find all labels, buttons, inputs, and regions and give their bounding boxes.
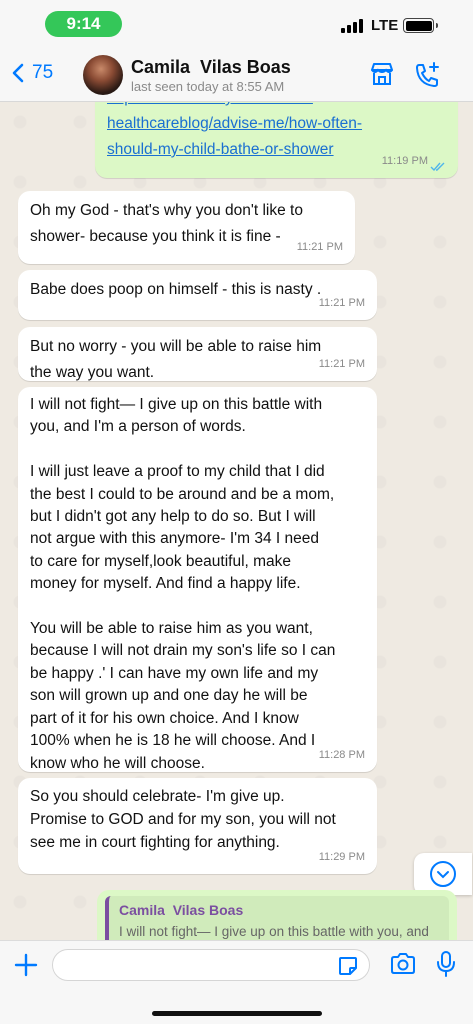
status-time: 9:14	[45, 11, 122, 37]
chevron-down-icon	[430, 861, 456, 887]
message-time: 11:29 PM	[318, 851, 365, 863]
message-input[interactable]	[52, 949, 370, 981]
message-time: 11:21 PM	[318, 297, 365, 309]
message-text: So you should celebrate- I'm give up. Pr…	[30, 788, 336, 851]
message-time: 11:19 PM	[381, 155, 428, 167]
message-bubble-incoming[interactable]: But no worry - you will be able to raise…	[18, 327, 377, 381]
chat-area[interactable]: https://www.bunnyhealth.com/ healthcareb…	[0, 102, 473, 940]
chevron-left-icon	[12, 63, 24, 83]
contact-name[interactable]: Camila Vilas Boas	[131, 57, 291, 78]
avatar[interactable]	[83, 55, 123, 95]
camera-icon[interactable]	[389, 952, 417, 981]
read-receipt-icon	[430, 162, 445, 172]
unread-count: 75	[32, 62, 54, 83]
message-time: 11:28 PM	[318, 749, 365, 761]
storefront-icon[interactable]	[369, 61, 395, 92]
network-label: LTE	[371, 17, 399, 34]
signal-icon	[341, 19, 363, 33]
message-text: I will not fight— I give up on this batt…	[30, 396, 336, 772]
microphone-icon[interactable]	[436, 950, 456, 983]
message-bubble-incoming[interactable]: Babe does poop on himself - this is nast…	[18, 270, 377, 320]
chat-header: 75 Camila Vilas Boas last seen today at …	[0, 48, 473, 102]
input-bar	[0, 940, 473, 1024]
message-time: 11:21 PM	[296, 241, 343, 253]
battery-icon	[403, 18, 438, 33]
message-bubble-outgoing[interactable]: https://www.bunnyhealth.com/ healthcareb…	[95, 102, 458, 178]
plus-icon[interactable]	[13, 952, 39, 983]
message-bubble-incoming[interactable]: I will not fight— I give up on this batt…	[18, 387, 377, 772]
quoted-text: I will not fight— I give up on this batt…	[119, 924, 429, 939]
home-indicator	[152, 1011, 322, 1016]
last-seen: last seen today at 8:55 AM	[131, 79, 285, 94]
phone-add-icon[interactable]	[413, 61, 441, 94]
message-time: 11:21 PM	[318, 358, 365, 370]
message-bubble-incoming[interactable]: So you should celebrate- I'm give up. Pr…	[18, 778, 377, 874]
message-text: But no worry - you will be able to raise…	[30, 338, 322, 381]
scroll-to-bottom-button[interactable]	[414, 853, 472, 895]
back-button[interactable]: 75	[12, 62, 53, 84]
message-bubble-incoming[interactable]: Oh my God - that's why you don't like to…	[18, 191, 355, 264]
status-bar: 9:14 LTE	[0, 0, 473, 48]
sticker-icon[interactable]	[337, 955, 359, 982]
quoted-message[interactable]: Camila Vilas Boas I will not fight— I gi…	[105, 896, 449, 940]
message-bubble-outgoing-reply[interactable]: Camila Vilas Boas I will not fight— I gi…	[97, 890, 457, 940]
quoted-author: Camila Vilas Boas	[119, 902, 244, 918]
message-text: Babe does poop on himself - this is nast…	[30, 281, 322, 298]
